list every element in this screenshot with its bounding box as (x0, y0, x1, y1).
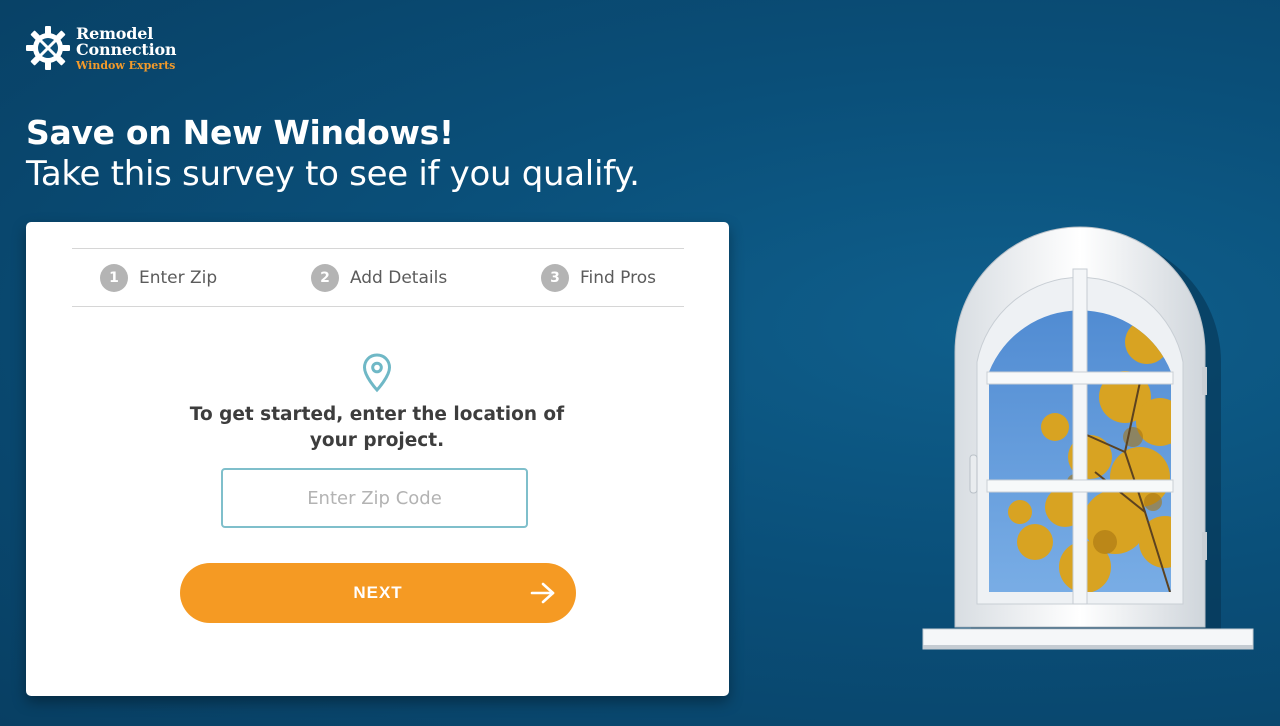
hero-subtitle: Take this survey to see if you qualify. (26, 154, 640, 194)
step-enter-zip: 1 Enter Zip (100, 263, 218, 292)
hero-headline: Save on New Windows! Take this survey to… (26, 113, 640, 194)
step-number-badge: 1 (100, 263, 128, 292)
step-label: Enter Zip (139, 267, 218, 288)
zip-prompt: To get started, enter the location of yo… (189, 404, 565, 451)
step-number-badge: 3 (540, 263, 569, 292)
step-label: Find Pros (579, 267, 656, 288)
hero-title: Save on New Windows! (26, 113, 454, 152)
next-button[interactable]: NEXT (180, 563, 576, 623)
step-find-pros: 3 Find Pros (540, 263, 656, 292)
gear-wrench-icon (26, 26, 70, 70)
next-button-label: NEXT (353, 583, 403, 602)
location-pin-icon (362, 353, 392, 393)
zip-code-input[interactable] (221, 468, 528, 528)
step-number-badge: 2 (310, 263, 339, 292)
brand-tagline: Window Experts (76, 58, 176, 72)
brand-logo[interactable]: Remodel Connection Window Experts (24, 24, 177, 72)
survey-card: 1 Enter Zip 2 Add Details 3 Find Pros To… (26, 222, 729, 696)
progress-steps: 1 Enter Zip 2 Add Details 3 Find Pros (72, 248, 684, 307)
arched-window-illustration (922, 226, 1254, 650)
arrow-right-icon (530, 582, 555, 604)
brand-name-line2: Connection (76, 39, 177, 59)
step-label: Add Details (349, 267, 448, 288)
step-add-details: 2 Add Details (310, 263, 448, 292)
